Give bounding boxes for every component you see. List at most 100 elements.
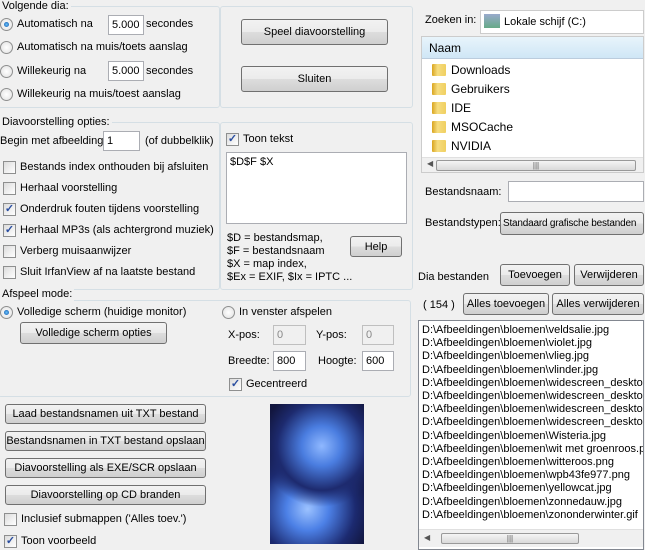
ypos-input[interactable]: 0 bbox=[362, 325, 394, 345]
auto-seconds-input[interactable]: 5.000 bbox=[108, 15, 144, 35]
checkbox[interactable] bbox=[4, 512, 17, 526]
random-seconds-input[interactable]: 5.000 bbox=[108, 61, 144, 81]
folder-item[interactable]: Downloads bbox=[422, 63, 643, 82]
checkbox[interactable]: ✓ bbox=[3, 202, 16, 216]
file-item[interactable]: D:\Afbeeldingen\bloemen\wit met groenroo… bbox=[422, 443, 643, 456]
start-image-hint: (of dubbelklik) bbox=[145, 135, 214, 147]
xpos-input[interactable]: 0 bbox=[273, 325, 306, 345]
option-checkbox[interactable]: Bestands index onthouden bij afsluiten bbox=[3, 160, 208, 174]
folder-icon bbox=[432, 64, 446, 76]
radio-random-key[interactable]: Willekeurig na muis/toest aanslag bbox=[0, 87, 181, 101]
slides-file-list[interactable]: D:\Afbeeldingen\bloemen\veldsalie.jpg D:\… bbox=[418, 320, 644, 550]
file-item[interactable]: D:\Afbeeldingen\bloemen\veldsalie.jpg bbox=[422, 324, 643, 337]
radio-button[interactable] bbox=[222, 305, 235, 319]
radio-window[interactable]: In venster afspelen bbox=[222, 305, 332, 319]
file-item[interactable]: D:\Afbeeldingen\bloemen\wpb43fe977.png bbox=[422, 469, 643, 482]
file-item[interactable]: D:\Afbeeldingen\bloemen\zonnedauw.jpg bbox=[422, 496, 643, 509]
option-checkbox[interactable]: ✓ Herhaal MP3s (als achtergrond muziek) bbox=[3, 223, 214, 237]
file-item[interactable]: D:\Afbeeldingen\bloemen\widescreen_deskt… bbox=[422, 416, 643, 429]
folder-list-scrollbar[interactable]: ◀ ||| bbox=[422, 157, 643, 172]
folder-item[interactable]: IDE bbox=[422, 101, 643, 120]
radio-button[interactable] bbox=[0, 87, 13, 101]
folder-list[interactable]: Naam Downloads Gebruikers IDE MSOCache NVIDI… bbox=[421, 36, 644, 173]
load-txt-button[interactable]: Laad bestandsnamen uit TXT bestand bbox=[5, 404, 206, 424]
file-item[interactable]: D:\Afbeeldingen\bloemen\zononderwinter.g… bbox=[422, 509, 643, 522]
text-template-input[interactable]: $D$F $X bbox=[226, 152, 407, 224]
play-slideshow-button[interactable]: Speel diavoorstelling bbox=[241, 19, 388, 45]
folder-item[interactable]: NVIDIA bbox=[422, 139, 643, 158]
file-item[interactable]: D:\Afbeeldingen\bloemen\violet.jpg bbox=[422, 337, 643, 350]
playmode-title: Afspeel mode: bbox=[0, 288, 75, 301]
radio-fullscreen[interactable]: Volledige scherm (huidige monitor) bbox=[0, 305, 186, 319]
fullscreen-options-button[interactable]: Volledige scherm opties bbox=[20, 322, 167, 344]
filename-label: Bestandsnaam: bbox=[425, 186, 502, 198]
height-input[interactable]: 600 bbox=[362, 351, 394, 371]
column-header-name[interactable]: Naam bbox=[422, 37, 643, 59]
radio-button[interactable] bbox=[0, 305, 13, 319]
option-checkbox[interactable]: ✓ Onderdruk fouten tijdens voorstelling bbox=[3, 202, 199, 216]
radio-random-time[interactable]: Willekeurig na bbox=[0, 64, 86, 78]
add-button[interactable]: Toevoegen bbox=[500, 264, 570, 286]
start-image-label: Begin met afbeelding: bbox=[0, 135, 107, 147]
checkbox[interactable]: ✓ bbox=[229, 377, 242, 391]
save-txt-button[interactable]: Bestandsnamen in TXT bestand opslaan bbox=[5, 431, 206, 451]
remove-all-button[interactable]: Alles verwijderen bbox=[552, 293, 644, 315]
folder-item[interactable]: MSOCache bbox=[422, 120, 643, 139]
show-preview-checkbox[interactable]: ✓ Toon voorbeeld bbox=[4, 534, 96, 548]
checkbox[interactable] bbox=[3, 244, 16, 258]
scrollbar-thumb[interactable]: ||| bbox=[441, 533, 579, 544]
slides-count: ( 154 ) bbox=[423, 299, 455, 311]
text-help-lines: $D = bestandsmap, $F = bestandsnaam $X = m… bbox=[227, 232, 352, 284]
include-subfolders-checkbox[interactable]: Inclusief submappen ('Alles toev.') bbox=[4, 512, 186, 526]
file-item[interactable]: D:\Afbeeldingen\bloemen\yellowcat.jpg bbox=[422, 482, 643, 495]
scrollbar-thumb[interactable]: ||| bbox=[436, 160, 636, 171]
save-exe-button[interactable]: Diavoorstelling als EXE/SCR opslaan bbox=[5, 458, 206, 478]
add-all-button[interactable]: Alles toevoegen bbox=[463, 293, 549, 315]
radio-button[interactable] bbox=[0, 40, 13, 54]
filetypes-label: Bestandstypen: bbox=[425, 217, 501, 229]
option-checkbox[interactable]: Sluit IrfanView af na laatste bestand bbox=[3, 265, 195, 279]
drive-icon bbox=[484, 14, 500, 28]
radio-auto-time[interactable]: Automatisch na bbox=[0, 17, 93, 31]
height-label: Hoogte: bbox=[318, 355, 357, 367]
close-button[interactable]: Sluiten bbox=[241, 66, 388, 92]
folder-icon bbox=[432, 102, 446, 114]
filename-input[interactable] bbox=[508, 181, 644, 202]
radio-button[interactable] bbox=[0, 17, 13, 31]
centered-checkbox[interactable]: ✓ Gecentreerd bbox=[229, 377, 307, 391]
filetypes-combo[interactable]: Standaard grafische bestanden bbox=[500, 212, 644, 235]
checkbox[interactable] bbox=[3, 181, 16, 195]
remove-button[interactable]: Verwijderen bbox=[574, 264, 644, 286]
folder-item[interactable]: Gebruikers bbox=[422, 82, 643, 101]
folder-icon bbox=[432, 83, 446, 95]
ypos-label: Y-pos: bbox=[316, 329, 347, 341]
checkbox[interactable]: ✓ bbox=[3, 223, 16, 237]
show-text-checkbox[interactable]: ✓ Toon tekst bbox=[226, 132, 293, 146]
file-list-scrollbar[interactable]: ◀ ||| bbox=[419, 529, 643, 547]
option-checkbox[interactable]: Verberg muisaanwijzer bbox=[3, 244, 131, 258]
file-item[interactable]: D:\Afbeeldingen\bloemen\witteroos.png bbox=[422, 456, 643, 469]
help-button[interactable]: Help bbox=[350, 236, 402, 257]
locked-folder-icon bbox=[432, 121, 446, 133]
look-in-combo[interactable]: Lokale schijf (C:) bbox=[480, 10, 644, 34]
checkbox[interactable] bbox=[3, 265, 16, 279]
start-image-input[interactable]: 1 bbox=[103, 131, 140, 151]
burn-cd-button[interactable]: Diavoorstelling op CD branden bbox=[5, 485, 206, 505]
file-item[interactable]: D:\Afbeeldingen\bloemen\widescreen_deskt… bbox=[422, 403, 643, 416]
file-item[interactable]: D:\Afbeeldingen\bloemen\Wisteria.jpg bbox=[422, 430, 643, 443]
xpos-label: X-pos: bbox=[228, 329, 260, 341]
file-item[interactable]: D:\Afbeeldingen\bloemen\widescreen_deskt… bbox=[422, 377, 643, 390]
file-item[interactable]: D:\Afbeeldingen\bloemen\vlieg.jpg bbox=[422, 350, 643, 363]
radio-auto-key[interactable]: Automatisch na muis/toets aanslag bbox=[0, 40, 188, 54]
radio-button[interactable] bbox=[0, 64, 13, 78]
file-item[interactable]: D:\Afbeeldingen\bloemen\widescreen_deskt… bbox=[422, 390, 643, 403]
file-item[interactable]: D:\Afbeeldingen\bloemen\vlinder.jpg bbox=[422, 364, 643, 377]
checkbox[interactable] bbox=[3, 160, 16, 174]
slides-label: Dia bestanden bbox=[418, 271, 489, 283]
help-line: $Ex = EXIF, $Ix = IPTC ... bbox=[227, 271, 353, 283]
width-input[interactable]: 800 bbox=[273, 351, 306, 371]
help-line: $F = bestandsnaam bbox=[227, 245, 325, 257]
checkbox[interactable]: ✓ bbox=[226, 132, 239, 146]
option-checkbox[interactable]: Herhaal voorstelling bbox=[3, 181, 117, 195]
checkbox[interactable]: ✓ bbox=[4, 534, 17, 548]
